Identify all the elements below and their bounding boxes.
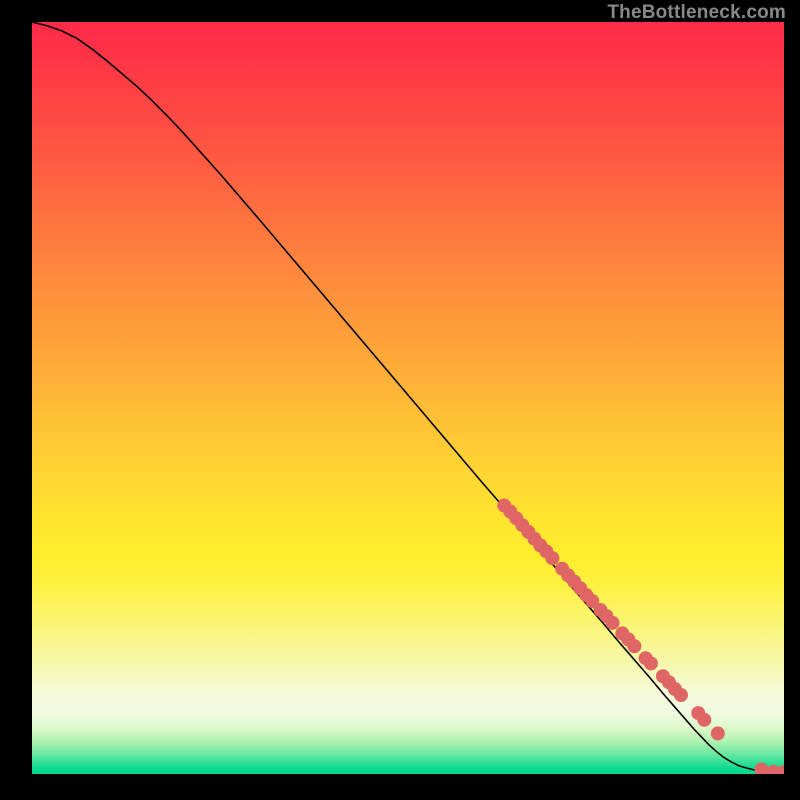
plot-area (32, 22, 784, 774)
marker-group (497, 499, 784, 774)
data-point (711, 726, 725, 740)
data-point (697, 713, 711, 727)
data-point (674, 688, 688, 702)
data-point (627, 639, 641, 653)
chart-stage: TheBottleneck.com (0, 0, 800, 800)
data-point (644, 656, 658, 670)
data-point (545, 551, 559, 565)
data-point (606, 616, 620, 630)
attribution-label: TheBottleneck.com (607, 2, 786, 24)
curve-line (32, 22, 784, 772)
chart-overlay (32, 22, 784, 774)
data-point (754, 762, 768, 774)
